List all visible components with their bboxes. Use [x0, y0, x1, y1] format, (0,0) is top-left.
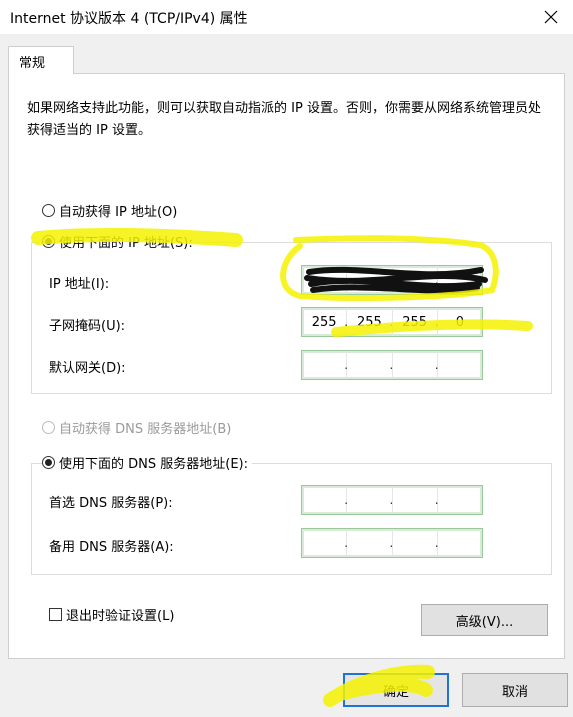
- subnet-octet[interactable]: . 255: [389, 308, 437, 336]
- dns-auto-option: 自动获得 DNS 服务器地址(B): [42, 418, 236, 437]
- preferred-dns-input[interactable]: . . .: [301, 485, 483, 515]
- ip-auto-option[interactable]: 自动获得 IP 地址(O): [42, 201, 182, 220]
- general-panel: 如果网络支持此功能，则可以获取自动指派的 IP 设置。否则，你需要从网络系统管理…: [8, 73, 565, 659]
- gateway-octet[interactable]: .: [389, 351, 437, 379]
- ip-auto-label: 自动获得 IP 地址(O): [59, 205, 178, 220]
- octet-separator: .: [389, 493, 394, 507]
- gateway-octet[interactable]: .: [344, 351, 391, 379]
- close-icon: [544, 10, 558, 24]
- octet-separator: .: [434, 273, 439, 287]
- dns-manual-label: 使用下面的 DNS 服务器地址(E):: [59, 457, 248, 472]
- description-text: 如果网络支持此功能，则可以获取自动指派的 IP 设置。否则，你需要从网络系统管理…: [27, 101, 541, 138]
- alternate-dns-octet[interactable]: .: [389, 529, 437, 557]
- subnet-mask-label: 子网掩码(U):: [49, 319, 126, 334]
- octet-separator: .: [344, 315, 349, 329]
- octet-separator: .: [434, 358, 439, 372]
- octet-separator: .: [389, 315, 394, 329]
- default-gateway-input[interactable]: . . .: [301, 350, 483, 380]
- preferred-dns-label: 首选 DNS 服务器(P):: [49, 496, 173, 511]
- alternate-dns-octet[interactable]: [302, 529, 346, 557]
- dns-manual-radio[interactable]: [42, 456, 55, 469]
- ok-button-label: 确定: [382, 684, 409, 700]
- preferred-dns-octet[interactable]: .: [344, 486, 391, 514]
- validate-on-exit-checkbox[interactable]: [49, 608, 62, 621]
- alternate-dns-label: 备用 DNS 服务器(A):: [49, 540, 174, 555]
- dns-auto-label: 自动获得 DNS 服务器地址(B): [59, 422, 232, 437]
- octet-separator: .: [344, 273, 349, 287]
- ip-address-input[interactable]: . . .: [301, 265, 483, 295]
- ip-manual-option[interactable]: 使用下面的 IP 地址(S):: [42, 232, 197, 251]
- preferred-dns-octet[interactable]: .: [434, 486, 482, 514]
- cancel-button-label: 取消: [501, 684, 528, 700]
- alternate-dns-octet[interactable]: .: [434, 529, 482, 557]
- validate-on-exit-option[interactable]: 退出时验证设置(L): [49, 605, 179, 624]
- validate-on-exit-label: 退出时验证设置(L): [66, 609, 175, 624]
- close-button[interactable]: [537, 4, 565, 30]
- subnet-octet-value: 0: [455, 314, 465, 330]
- tab-general-label: 常规: [19, 56, 46, 71]
- ip-address-octet[interactable]: .: [434, 266, 482, 294]
- ip-manual-label: 使用下面的 IP 地址(S):: [59, 236, 193, 251]
- octet-separator: .: [344, 358, 349, 372]
- title-bar: Internet 协议版本 4 (TCP/IPv4) 属性: [0, 0, 573, 34]
- gateway-octet[interactable]: .: [434, 351, 482, 379]
- octet-separator: .: [434, 315, 439, 329]
- alternate-dns-input[interactable]: . . .: [301, 528, 483, 558]
- subnet-octet[interactable]: . 255: [344, 308, 391, 336]
- default-gateway-label: 默认网关(D):: [49, 361, 126, 376]
- ip-manual-radio[interactable]: [42, 235, 55, 248]
- advanced-button-label: 高级(V)...: [455, 614, 514, 630]
- preferred-dns-octet[interactable]: [302, 486, 346, 514]
- advanced-button[interactable]: 高级(V)...: [421, 604, 548, 636]
- octet-separator: .: [389, 536, 394, 550]
- preferred-dns-octet[interactable]: .: [389, 486, 437, 514]
- octet-separator: .: [434, 536, 439, 550]
- octet-separator: .: [344, 493, 349, 507]
- dns-manual-group: [31, 463, 552, 575]
- subnet-mask-input[interactable]: 255 . 255 . 255 .0: [301, 307, 483, 337]
- octet-separator: .: [389, 273, 394, 287]
- subnet-octet-value: 255: [356, 314, 382, 330]
- octet-separator: .: [389, 358, 394, 372]
- window-title: Internet 协议版本 4 (TCP/IPv4) 属性: [10, 11, 248, 27]
- alternate-dns-octet[interactable]: .: [344, 529, 391, 557]
- subnet-octet[interactable]: .0: [434, 308, 482, 336]
- octet-separator: .: [344, 536, 349, 550]
- octet-separator: .: [434, 493, 439, 507]
- cancel-button[interactable]: 取消: [462, 673, 568, 707]
- subnet-octet[interactable]: 255: [302, 308, 346, 336]
- ip-address-octet[interactable]: .: [389, 266, 437, 294]
- ip-address-label: IP 地址(I):: [49, 277, 110, 292]
- ip-address-octet[interactable]: [302, 266, 346, 294]
- dns-auto-radio: [42, 421, 55, 434]
- ip-address-octet[interactable]: .: [344, 266, 391, 294]
- subnet-octet-value: 255: [402, 314, 428, 330]
- dns-manual-option[interactable]: 使用下面的 DNS 服务器地址(E):: [42, 453, 252, 472]
- gateway-octet[interactable]: [302, 351, 346, 379]
- tab-general[interactable]: 常规: [8, 46, 74, 74]
- ip-auto-radio[interactable]: [42, 204, 55, 217]
- ok-button[interactable]: 确定: [343, 673, 449, 707]
